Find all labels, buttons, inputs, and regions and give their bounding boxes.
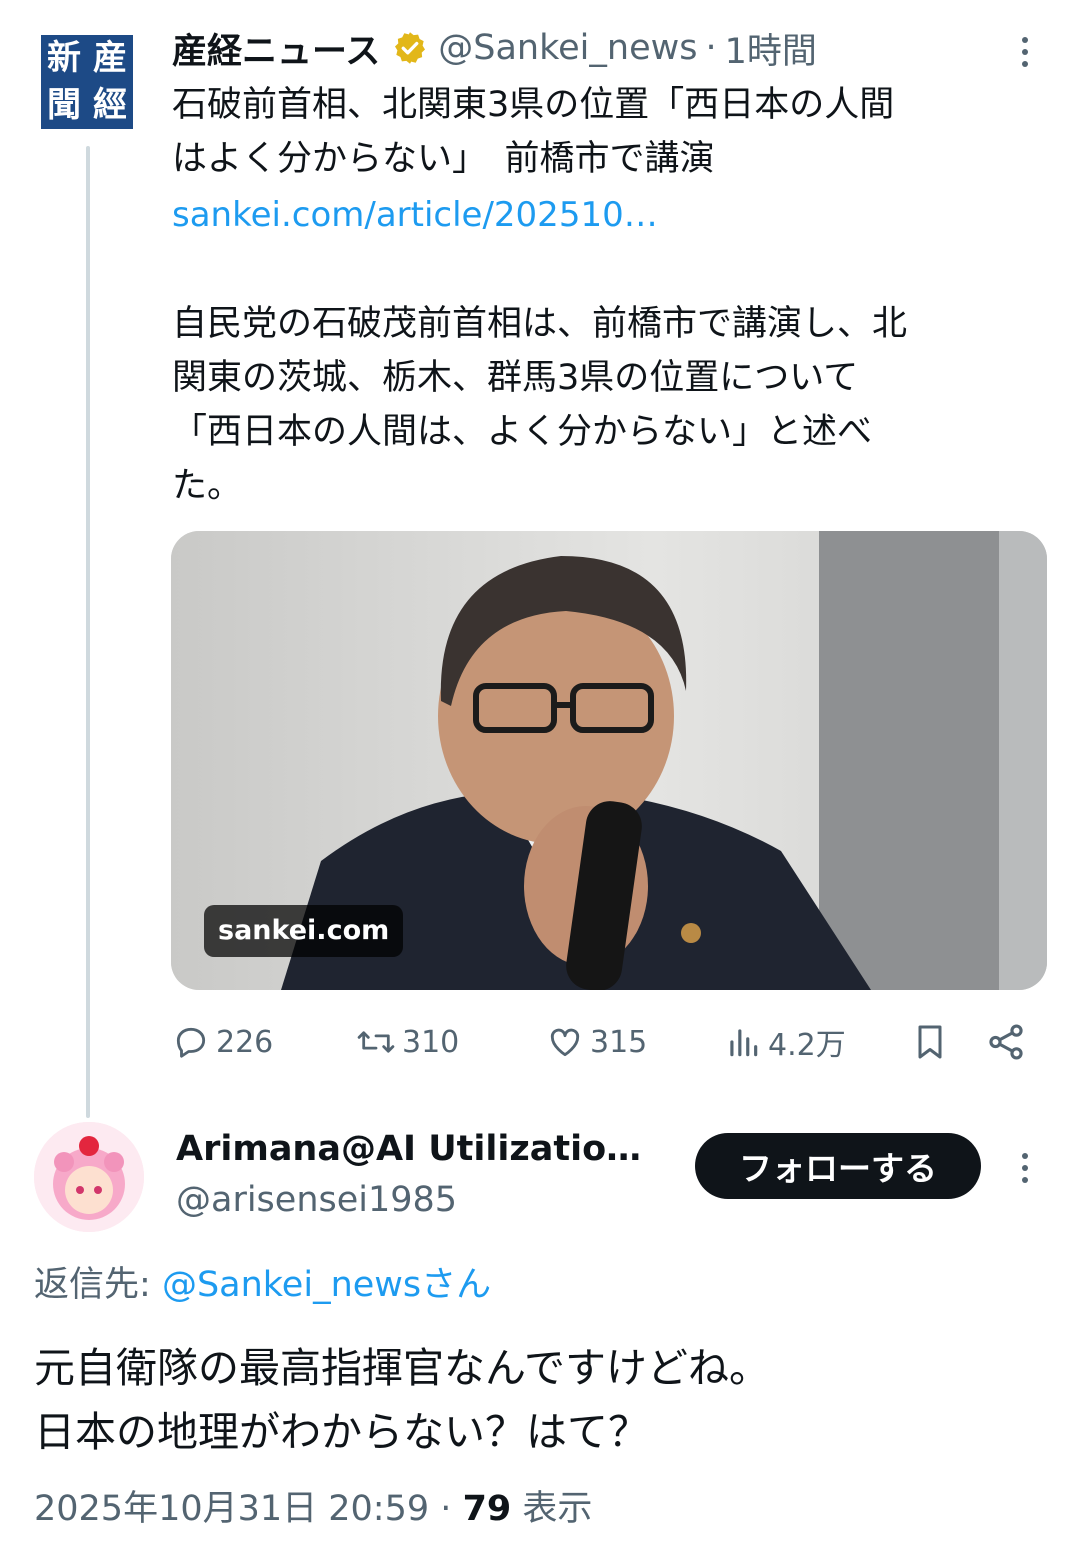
view-count-top: 4.2万: [768, 1028, 846, 1063]
author-handle[interactable]: @Sankei_news: [438, 28, 697, 68]
avatar[interactable]: [34, 1122, 144, 1232]
logo-char: 新: [47, 38, 81, 78]
tweet-body: 自民党の石破茂前首相は、前橋市で講演し、北 関東の茨城、栃木、群馬3県の位置につ…: [172, 304, 908, 506]
replying-label: 返信先:: [34, 1265, 151, 1305]
reply-count: 226: [216, 1024, 274, 1060]
retweet-icon: [357, 1031, 395, 1053]
views-label: 表示: [522, 1489, 593, 1529]
reply-text: 元自衛隊の最高指揮官なんですけどね。 日本の地理がわからない？はて？: [34, 1344, 770, 1456]
reply-author-handle[interactable]: @arisensei1985: [176, 1175, 457, 1225]
sankei-logo-avatar[interactable]: 産 新 經 聞: [41, 35, 133, 129]
separator-dot: ·: [440, 1489, 452, 1529]
follow-button[interactable]: フォローする: [695, 1133, 981, 1199]
more-options-icon[interactable]: [1010, 1146, 1040, 1190]
reply-button[interactable]: 226: [172, 1016, 273, 1068]
separator-dot: ·: [705, 28, 717, 68]
reply-timestamp[interactable]: 2025年10月31日 20:59: [34, 1489, 429, 1529]
bookmark-icon: [918, 1025, 942, 1059]
like-button[interactable]: 315: [546, 1016, 647, 1068]
replying-to: 返信先: @Sankei_newsさん: [34, 1258, 491, 1312]
retweet-button[interactable]: 310: [356, 1016, 459, 1068]
share-button[interactable]: [985, 1016, 1027, 1068]
share-icon: [989, 1024, 1023, 1060]
logo-char: 産: [93, 38, 127, 78]
logo-char: 經: [93, 85, 127, 125]
logo-char: 聞: [47, 85, 81, 125]
reply-view-count: 79: [462, 1489, 512, 1529]
media-source-badge: sankei.com: [204, 905, 404, 957]
verified-badge-icon: [395, 32, 426, 64]
author-name[interactable]: 産経ニュース: [172, 23, 380, 74]
heart-icon: [550, 1028, 580, 1057]
article-link[interactable]: sankei.com/article/202510…: [172, 190, 658, 240]
bookmark-button[interactable]: [910, 1016, 950, 1068]
analytics-icon: [730, 1029, 758, 1057]
post-time[interactable]: 1時間: [725, 23, 817, 74]
retweet-count: 310: [402, 1024, 460, 1060]
like-count: 315: [590, 1024, 648, 1060]
more-options-icon[interactable]: [1010, 30, 1040, 74]
thread-line: [86, 146, 90, 1118]
tweet-header: 産経ニュース @Sankei_news · 1時間: [172, 22, 817, 74]
views-button[interactable]: 4.2万: [724, 1016, 846, 1068]
tweet-headline: 石破前首相、北関東3県の位置「西日本の人間 はよく分からない」 前橋市で講演: [172, 85, 895, 179]
reply-author-name[interactable]: Arimana@AI Utilizatio…: [176, 1124, 646, 1174]
reply-icon: [176, 1027, 206, 1058]
reply-metadata: 2025年10月31日 20:59 · 79 表示: [34, 1482, 592, 1536]
replying-handle-link[interactable]: @Sankei_newsさん: [162, 1265, 491, 1305]
